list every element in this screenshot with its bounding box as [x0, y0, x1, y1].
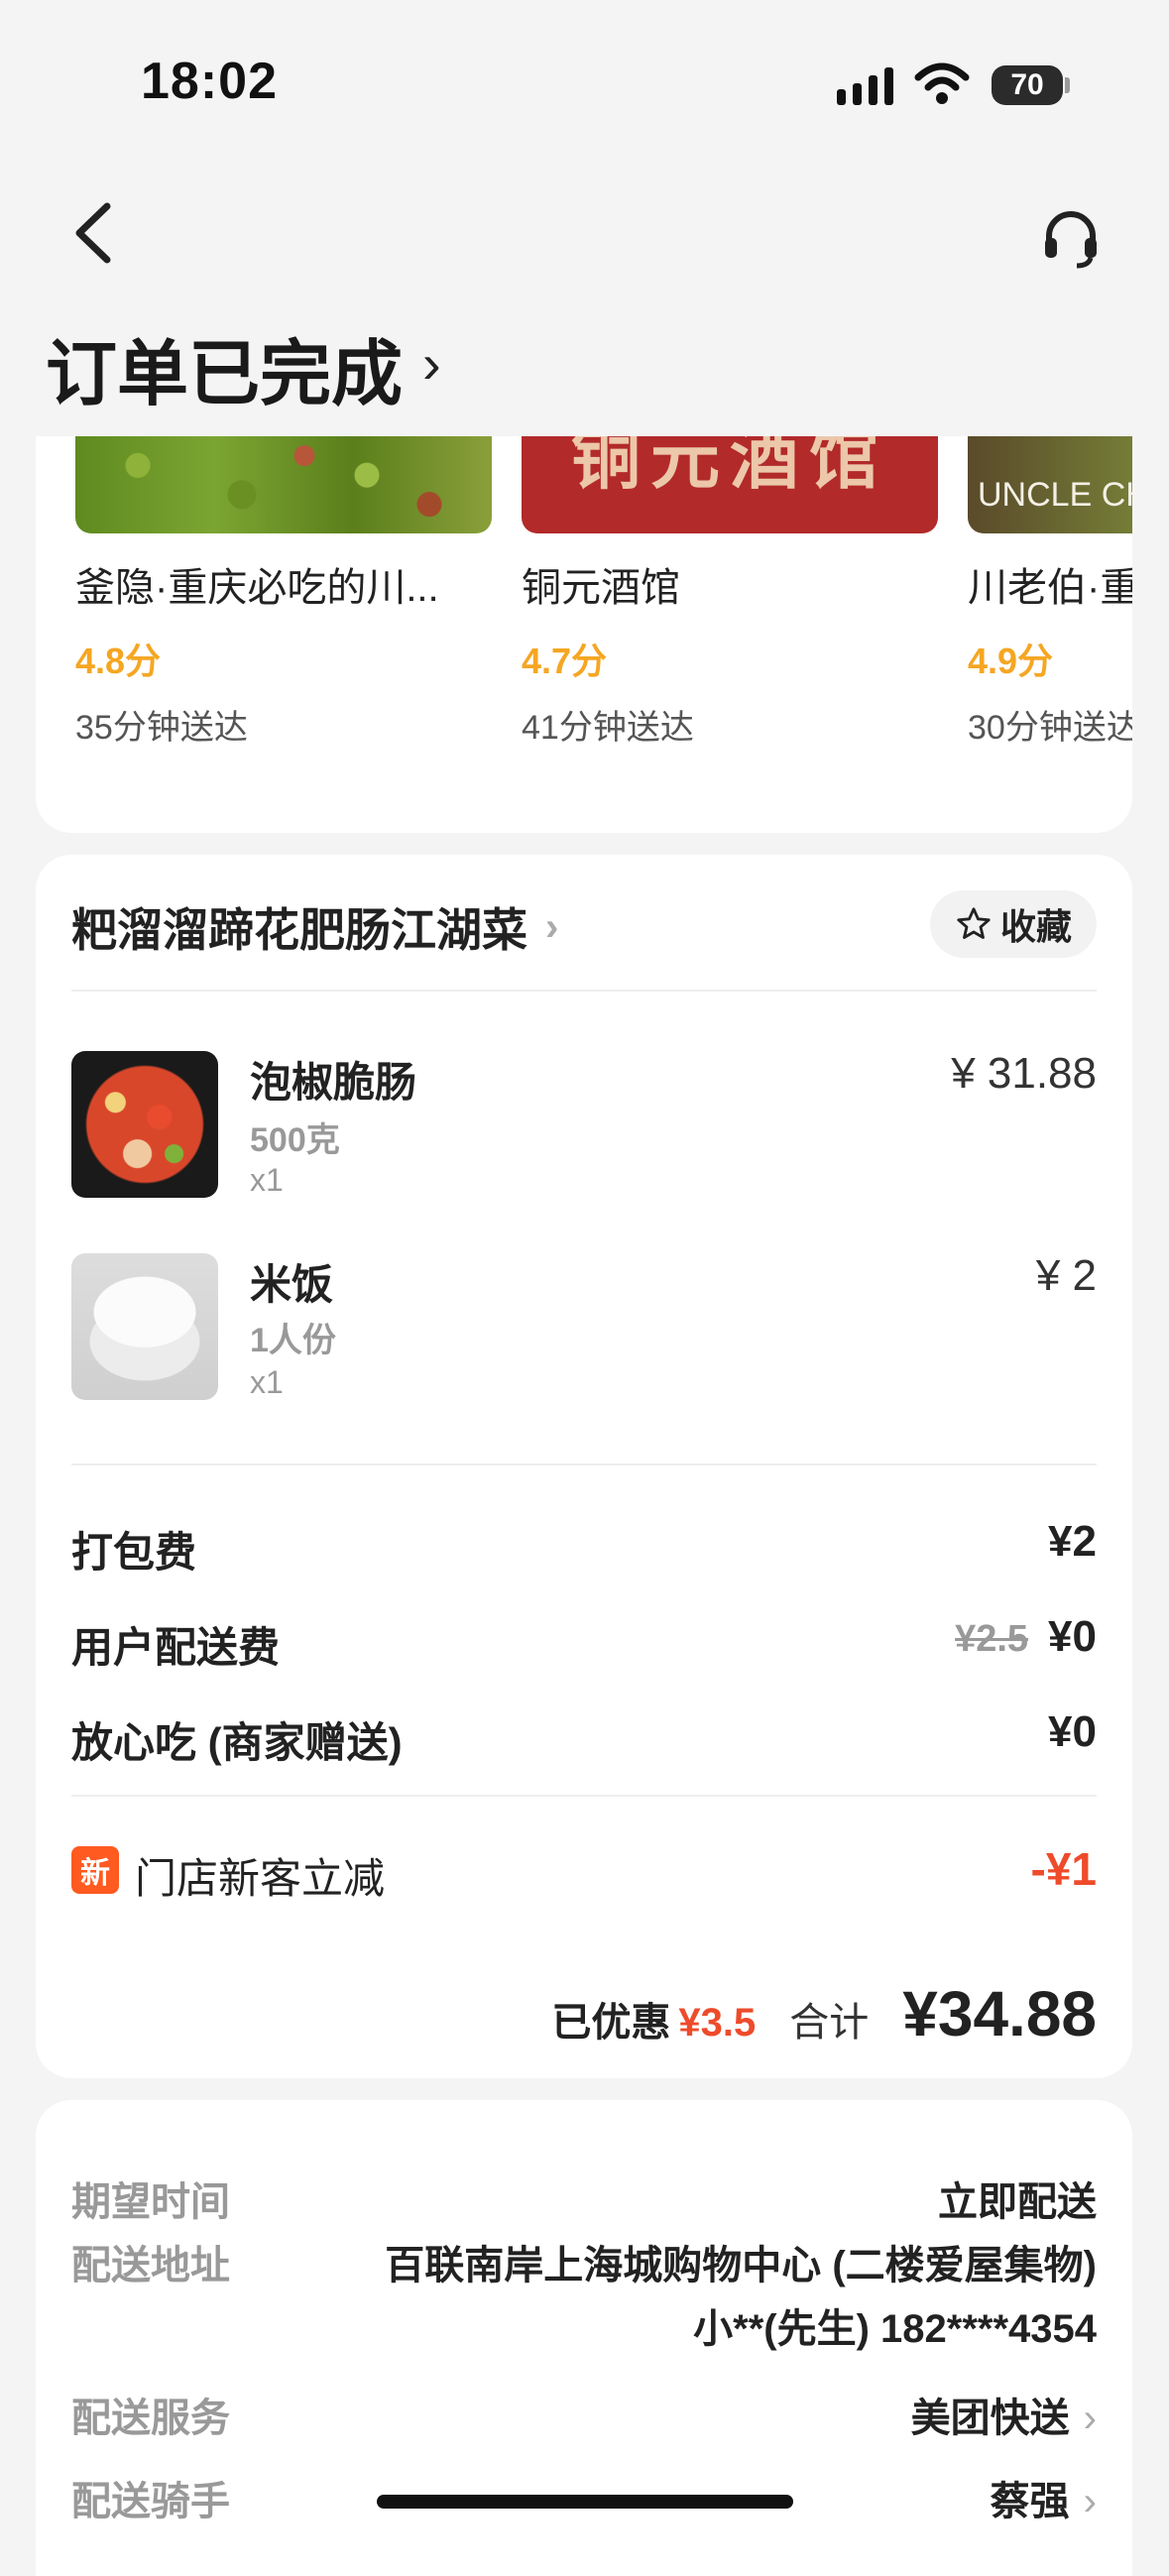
dish-quantity: x1: [250, 1162, 284, 1198]
store-image-text: UNCLE CHUA: [978, 476, 1132, 514]
fee-value-packing: ¥2: [1048, 1517, 1097, 1566]
shop-name: 粑溜溜蹄花肥肠江湖菜: [71, 904, 527, 956]
rider-value: 蔡强: [990, 2480, 1070, 2523]
dish-image[interactable]: [71, 1051, 218, 1198]
store-name: 铜元酒馆: [522, 566, 680, 610]
battery-indicator: 70: [992, 65, 1063, 105]
favorite-label: 收藏: [999, 906, 1072, 947]
delivery-service-label: 配送服务: [71, 2397, 230, 2440]
fee-value-delivery-row: ¥2.5 ¥0: [955, 1612, 1097, 1662]
store-delivery-time: 41分钟送达: [522, 709, 694, 747]
divider: [71, 1795, 1097, 1797]
promo-value: -¥1: [1030, 1843, 1097, 1895]
battery-tip: [1065, 77, 1070, 93]
dish-image[interactable]: [71, 1253, 218, 1400]
store-delivery-time: 35分钟送达: [75, 709, 248, 747]
fee-value-assurance: ¥0: [1048, 1707, 1097, 1756]
dish-quantity: x1: [250, 1364, 284, 1400]
address-label: 配送地址: [71, 2244, 230, 2287]
promo-label: 门店新客立减: [135, 1855, 386, 1902]
store-image: 铜元酒馆: [522, 436, 938, 533]
fee-label-packing: 打包费: [71, 1529, 197, 1576]
store-delivery-time: 30分钟送达: [968, 709, 1132, 747]
store-rating: 4.7分: [522, 641, 608, 681]
total-label: 合计: [789, 2001, 870, 2045]
delivery-service-link[interactable]: 美团快送 ›: [911, 2386, 1097, 2443]
original-delivery-fee: ¥2.5: [955, 1618, 1029, 1660]
status-time: 18:02: [141, 53, 278, 110]
cellular-signal-icon: [837, 67, 893, 105]
store-image-text: 铜元酒馆: [571, 436, 888, 499]
order-status-title[interactable]: 订单已完成 ›: [46, 315, 441, 419]
back-arrow-icon[interactable]: [65, 198, 125, 268]
shop-name-link[interactable]: 粑溜溜蹄花肥肠江湖菜 ›: [71, 894, 558, 960]
recommended-store[interactable]: UNCLE CHUA 川老伯·重 4.9分 30分钟送达: [968, 436, 1132, 749]
divider: [71, 990, 1097, 992]
store-rating: 4.9分: [968, 641, 1054, 681]
wifi-icon: [914, 62, 970, 104]
dish-name: 米饭: [250, 1261, 334, 1308]
delivery-service-value: 美团快送: [910, 2397, 1070, 2440]
home-indicator[interactable]: [377, 2495, 793, 2509]
expected-time-label: 期望时间: [71, 2180, 230, 2224]
recommended-store[interactable]: 釜隐·重庆必吃的川... 4.8分 35分钟送达: [75, 436, 492, 749]
dish-price: ¥ 2: [1035, 1251, 1097, 1300]
dish-price: ¥ 31.88: [951, 1049, 1097, 1098]
order-summary: 已优惠 ¥3.5 合计 ¥34.88: [551, 1977, 1097, 2050]
fee-label-assurance: 放心吃 (商家赠送): [71, 1719, 403, 1766]
address-line-1: 百联南岸上海城购物中心 (二楼爱屋集物): [385, 2244, 1097, 2287]
store-image: [75, 436, 492, 533]
rider-label: 配送骑手: [71, 2480, 230, 2523]
discount-label: 已优惠: [551, 2001, 671, 2045]
store-rating: 4.8分: [75, 641, 162, 681]
chevron-right-icon: ›: [1083, 2480, 1097, 2523]
customer-service-headset-icon[interactable]: [1039, 206, 1103, 270]
fee-label-delivery: 用户配送费: [71, 1624, 281, 1671]
total-value: ¥34.88: [902, 1978, 1097, 2049]
store-image: UNCLE CHUA: [968, 436, 1132, 533]
order-details-card: 粑溜溜蹄花肥肠江湖菜 › 收藏 泡椒脆肠 500克 x1 ¥ 31.88 米饭 …: [36, 855, 1132, 2078]
dish-spec: 500克: [250, 1121, 340, 1159]
address-line-2: 小**(先生) 182****4354: [693, 2307, 1097, 2351]
divider: [71, 1464, 1097, 1465]
chevron-right-icon: ›: [422, 332, 441, 395]
expected-time-value: 立即配送: [938, 2180, 1097, 2224]
page-title: 订单已完成: [46, 335, 404, 414]
store-name: 川老伯·重: [968, 566, 1132, 610]
discount-value: ¥3.5: [678, 2001, 757, 2045]
dish-spec: 1人份: [250, 1322, 336, 1359]
store-name: 釜隐·重庆必吃的川...: [75, 566, 439, 610]
star-outline-icon: [957, 907, 991, 939]
dish-name: 泡椒脆肠: [250, 1059, 417, 1106]
new-customer-badge: 新: [71, 1846, 119, 1894]
rider-link[interactable]: 蔡强 ›: [991, 2469, 1097, 2526]
favorite-button[interactable]: 收藏: [930, 890, 1097, 958]
recommended-store[interactable]: 铜元酒馆 铜元酒馆 4.7分 41分钟送达: [522, 436, 938, 749]
chevron-right-icon: ›: [545, 904, 559, 949]
recommended-stores-card: 釜隐·重庆必吃的川... 4.8分 35分钟送达 铜元酒馆 铜元酒馆 4.7分 …: [36, 436, 1132, 833]
chevron-right-icon: ›: [1083, 2397, 1097, 2440]
fee-value-delivery: ¥0: [1048, 1612, 1097, 1661]
